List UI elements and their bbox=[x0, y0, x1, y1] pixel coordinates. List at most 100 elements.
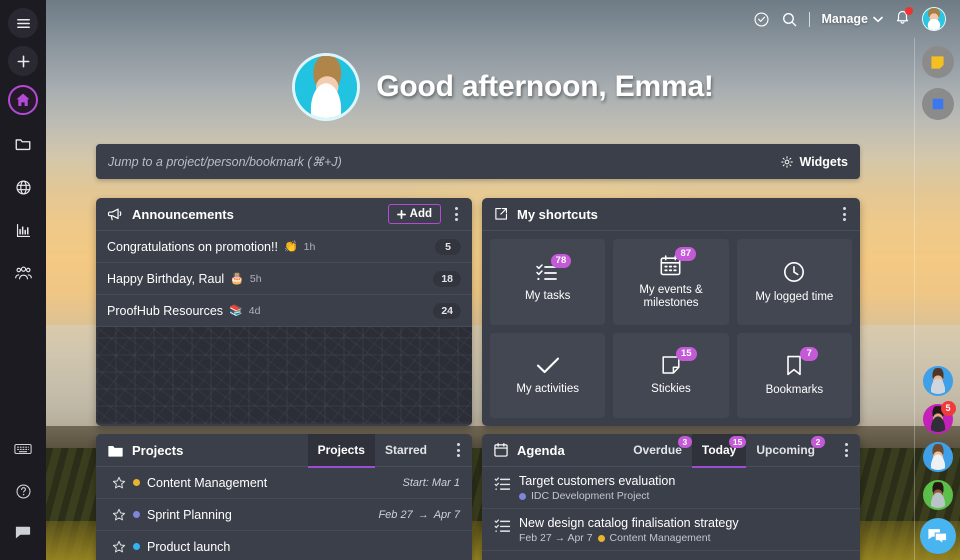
avatar-face bbox=[924, 482, 951, 508]
blue-square-shortcut[interactable] bbox=[921, 88, 954, 120]
shortcuts-title: My shortcuts bbox=[517, 206, 598, 222]
shortcut-my-tasks[interactable]: 78 My tasks bbox=[490, 239, 606, 325]
shortcut-my-activities[interactable]: My activities bbox=[490, 332, 606, 418]
tab-upcoming[interactable]: Upcoming 2 bbox=[746, 434, 825, 467]
add-icon[interactable] bbox=[8, 46, 38, 76]
page-title: Good afternoon, Emma! bbox=[376, 70, 714, 103]
avatar-face bbox=[923, 8, 945, 30]
announcement-count: 5 bbox=[435, 238, 461, 255]
feedback-icon[interactable] bbox=[8, 518, 38, 548]
tab-starred[interactable]: Starred bbox=[375, 434, 437, 467]
avatar-3[interactable] bbox=[922, 442, 953, 472]
shortcut-stickies[interactable]: 15 Stickies bbox=[613, 332, 729, 418]
project-row[interactable]: Sprint Planning Feb 27 → Apr 7 bbox=[96, 499, 472, 531]
announcement-row[interactable]: Congratulations on promotion!! 👏 1h 5 bbox=[96, 231, 472, 263]
announcement-emoji: 📚 bbox=[229, 305, 243, 317]
widgets-label: Widgets bbox=[799, 154, 849, 169]
folder-filled-icon bbox=[108, 445, 123, 457]
projects-tabs: Projects Starred bbox=[307, 434, 437, 468]
jump-input-placeholder[interactable]: Jump to a project/person/bookmark (⌘+J) bbox=[108, 154, 342, 169]
agenda-tabs: Overdue 3 Today 15 Upcoming 2 bbox=[623, 434, 825, 468]
tab-label: Upcoming bbox=[756, 443, 815, 457]
projects-header: Projects Projects Starred bbox=[96, 434, 472, 468]
tab-badge: 3 bbox=[677, 435, 692, 448]
reports-icon[interactable] bbox=[8, 215, 38, 245]
arrow-right-icon: → bbox=[417, 508, 429, 521]
help-icon[interactable] bbox=[8, 476, 38, 506]
manage-menu[interactable]: Manage bbox=[821, 12, 883, 26]
menu-icon[interactable] bbox=[8, 8, 38, 38]
agenda-item-title: New design catalog finalisation strategy bbox=[519, 516, 739, 530]
project-date-end: Apr 7 bbox=[433, 508, 460, 521]
shortcut-badge: 87 bbox=[675, 246, 697, 261]
announcement-row[interactable]: ProofHub Resources 📚 4d 24 bbox=[96, 295, 472, 327]
announcement-emoji: 👏 bbox=[283, 241, 298, 253]
jump-bar[interactable]: Jump to a project/person/bookmark (⌘+J) … bbox=[96, 144, 860, 179]
announcement-emoji: 🎂 bbox=[230, 273, 244, 285]
keyboard-icon[interactable] bbox=[8, 434, 38, 464]
avatar-badge: 5 bbox=[940, 401, 956, 416]
chat-bubbles-icon[interactable] bbox=[919, 518, 956, 554]
gear-icon bbox=[780, 155, 793, 168]
projects-card: Projects Projects Starred Content Manage… bbox=[96, 434, 472, 560]
clock-icon bbox=[784, 261, 805, 282]
folder-icon[interactable] bbox=[8, 129, 38, 159]
user-avatar[interactable] bbox=[922, 7, 946, 31]
announcement-count: 18 bbox=[433, 270, 461, 287]
tab-today[interactable]: Today 15 bbox=[691, 434, 747, 468]
project-row[interactable]: Content Management Start: Mar 1 bbox=[96, 467, 472, 499]
search-icon[interactable] bbox=[781, 11, 798, 28]
calendar-outline-icon bbox=[494, 443, 508, 457]
agenda-item-sub: IDC Development Project bbox=[519, 490, 675, 502]
agenda-row[interactable]: New design catalog finalisation strategy… bbox=[482, 509, 860, 551]
sticky-note-icon bbox=[931, 55, 944, 69]
shortcut-label: My events & milestones bbox=[639, 283, 703, 309]
sticky-note-shortcut[interactable] bbox=[921, 46, 954, 78]
announcements-header: Announcements Add bbox=[96, 198, 472, 231]
shortcuts-more-menu[interactable] bbox=[837, 207, 851, 221]
announcement-row[interactable]: Happy Birthday, Raul 🎂 5h 18 bbox=[96, 263, 472, 295]
widgets-button[interactable]: Widgets bbox=[780, 154, 849, 169]
clock-check-icon[interactable] bbox=[753, 11, 770, 28]
add-announcement-button[interactable]: Add bbox=[387, 204, 441, 224]
announcements-more-menu[interactable] bbox=[449, 207, 463, 221]
tab-label: Starred bbox=[384, 443, 427, 457]
shortcut-my-events[interactable]: 87 My events & milestones bbox=[613, 239, 729, 325]
avatar-face bbox=[924, 444, 951, 470]
shortcut-my-logged-time[interactable]: My logged time bbox=[736, 239, 852, 325]
shortcut-label: My activities bbox=[516, 383, 579, 396]
agenda-more-menu[interactable] bbox=[839, 443, 853, 457]
star-icon bbox=[112, 540, 126, 552]
avatar-1[interactable] bbox=[922, 366, 953, 396]
shortcut-label: Stickies bbox=[651, 383, 691, 396]
tab-projects[interactable]: Projects bbox=[307, 434, 376, 468]
agenda-project-dot bbox=[597, 534, 605, 542]
tab-badge: 15 bbox=[728, 435, 747, 448]
bell-icon[interactable] bbox=[894, 7, 913, 30]
agenda-item-dates: Feb 27 → Apr 7 bbox=[519, 532, 593, 544]
task-list-icon bbox=[494, 519, 511, 532]
left-sidebar bbox=[0, 0, 46, 560]
check-icon bbox=[536, 357, 559, 374]
globe-icon[interactable] bbox=[8, 172, 38, 202]
avatar-2[interactable]: 5 bbox=[922, 401, 956, 434]
megaphone-icon bbox=[107, 208, 122, 220]
projects-title: Projects bbox=[132, 442, 184, 458]
agenda-row[interactable]: Target customers evaluation IDC Developm… bbox=[482, 467, 860, 509]
greeting-avatar-face bbox=[295, 56, 358, 118]
shortcut-bookmarks[interactable]: 7 Bookmarks bbox=[736, 332, 852, 418]
home-icon[interactable] bbox=[8, 85, 38, 115]
people-icon[interactable] bbox=[8, 258, 38, 288]
chevron-down-icon bbox=[873, 16, 883, 22]
announcement-time: 5h bbox=[249, 272, 262, 285]
project-row[interactable]: Product launch bbox=[96, 531, 472, 560]
projects-more-menu[interactable] bbox=[451, 443, 465, 457]
avatar-4[interactable] bbox=[922, 480, 953, 510]
tab-overdue[interactable]: Overdue 3 bbox=[623, 434, 692, 467]
avatar-face bbox=[924, 368, 951, 394]
shortcut-badge: 78 bbox=[550, 253, 572, 268]
shortcut-label: My tasks bbox=[524, 289, 571, 302]
star-icon bbox=[112, 476, 126, 488]
shortcuts-header: My shortcuts bbox=[482, 198, 860, 231]
shortcut-label: Bookmarks bbox=[765, 383, 824, 396]
